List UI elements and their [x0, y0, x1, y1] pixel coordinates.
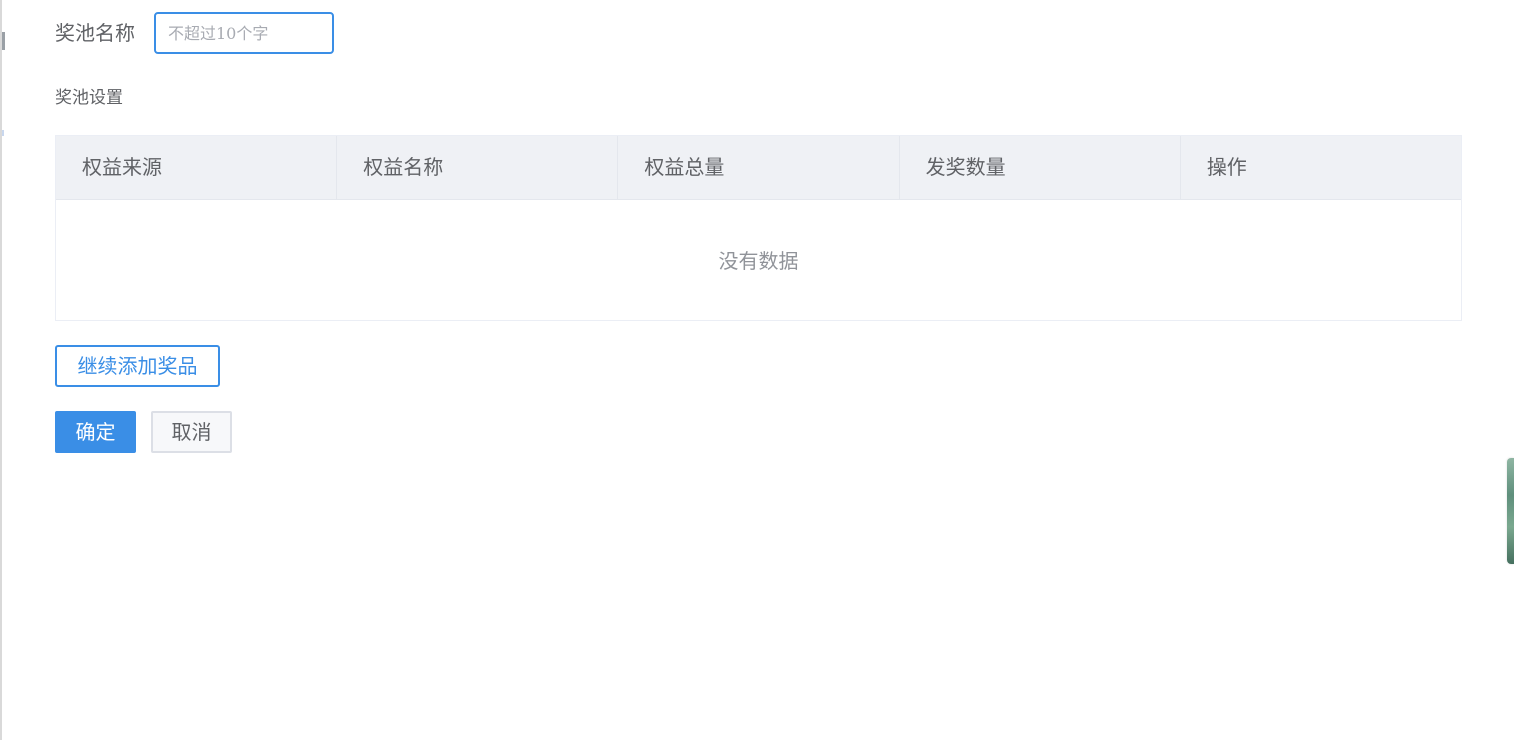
pool-name-input[interactable] — [154, 12, 334, 54]
column-header-source: 权益来源 — [56, 136, 338, 199]
pool-settings-title: 奖池设置 — [55, 88, 123, 108]
column-header-total: 权益总量 — [618, 136, 900, 199]
prize-table-body: 没有数据 — [56, 200, 1461, 321]
left-edge-marker — [2, 32, 5, 50]
prize-table: 权益来源 权益名称 权益总量 发奖数量 操作 没有数据 — [55, 135, 1462, 321]
column-header-actions: 操作 — [1206, 155, 1247, 179]
empty-state-text: 没有数据 — [718, 249, 799, 273]
confirm-button[interactable]: 确定 — [55, 411, 136, 453]
cancel-button[interactable]: 取消 — [151, 411, 232, 453]
pool-name-label: 奖池名称 — [55, 21, 135, 45]
pool-form-page: 奖池名称 奖池设置 权益来源 权益名称 权益总量 发奖数量 操作 没有数据 继续… — [0, 0, 1514, 740]
prize-table-header: 权益来源 权益名称 权益总量 发奖数量 操作 — [56, 136, 1461, 200]
add-prize-button[interactable]: 继续添加奖品 — [55, 345, 220, 387]
column-header-award-count: 发奖数量 — [900, 136, 1181, 199]
left-edge-highlight — [2, 130, 4, 136]
pool-name-row: 奖池名称 — [55, 12, 334, 54]
column-header-name: 权益名称 — [337, 136, 619, 199]
floating-side-thumbnail[interactable] — [1507, 458, 1514, 564]
